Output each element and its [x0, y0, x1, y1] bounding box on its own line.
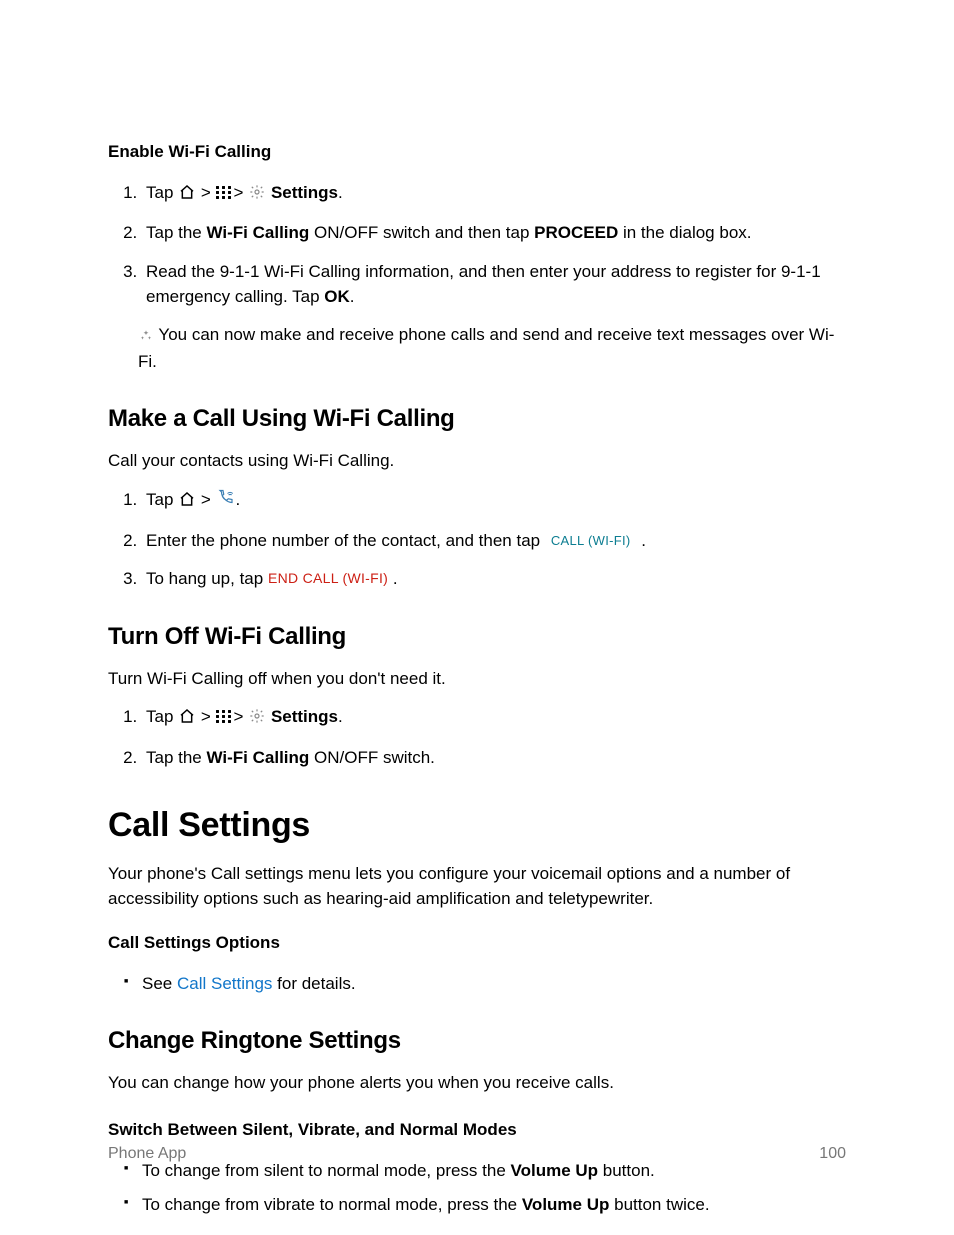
sep: > [196, 183, 211, 202]
heading-call-settings-options: Call Settings Options [108, 931, 846, 956]
list-item: See Call Settings for details. [142, 972, 846, 997]
page-number: 100 [819, 1142, 846, 1165]
t: Tap [146, 707, 173, 726]
home-icon [178, 490, 196, 515]
period: . [338, 183, 343, 202]
t: . [350, 287, 355, 306]
heading-turn-off: Turn Off Wi-Fi Calling [108, 620, 846, 655]
note: You can now make and receive phone calls… [108, 323, 846, 374]
step-1: Tap > > Settings. [142, 181, 846, 208]
enable-steps: Tap > > Settings. Tap the Wi-Fi Calling … [108, 181, 846, 310]
step-3: To hang up, tap END CALL (WI-FI) . [142, 567, 846, 592]
t: button twice. [609, 1195, 709, 1214]
sep: > [196, 490, 215, 509]
t: See [142, 974, 177, 993]
make-call-steps: Tap > . Enter the phone number of the co… [108, 488, 846, 592]
call-settings-link[interactable]: Call Settings [177, 974, 272, 993]
t: PROCEED [534, 223, 618, 242]
t: ON/OFF switch and then tap [309, 223, 534, 242]
heading-call-settings: Call Settings [108, 801, 846, 850]
settings-label: Settings [271, 707, 338, 726]
step-1: Tap > > Settings. [142, 705, 846, 732]
page-footer: Phone App 100 [108, 1142, 846, 1165]
gear-icon [248, 707, 266, 732]
period: . [641, 531, 646, 550]
t: Wi-Fi Calling [207, 223, 310, 242]
t: Tap the [146, 748, 207, 767]
heading-make-call: Make a Call Using Wi-Fi Calling [108, 402, 846, 437]
apps-grid-icon [216, 710, 234, 724]
step-2: Enter the phone number of the contact, a… [142, 529, 846, 554]
gear-icon [248, 183, 266, 208]
step-2: Tap the Wi-Fi Calling ON/OFF switch. [142, 746, 846, 771]
end-call-wifi-button: END CALL (WI-FI) [268, 570, 388, 586]
t: for details. [272, 974, 355, 993]
t: Enter the phone number of the contact, a… [146, 531, 545, 550]
intro: You can change how your phone alerts you… [108, 1071, 846, 1096]
note-text: You can now make and receive phone calls… [138, 325, 834, 371]
heading-enable-wifi: Enable Wi-Fi Calling [108, 140, 846, 165]
settings-label: Settings [271, 183, 338, 202]
t: To hang up, tap [146, 569, 268, 588]
sep2: > [234, 183, 249, 202]
step-3: Read the 9-1-1 Wi-Fi Calling information… [142, 260, 846, 309]
call-wifi-button: CALL (WI-FI) [545, 531, 637, 550]
t: Read the 9-1-1 Wi-Fi Calling information… [146, 262, 821, 306]
apps-grid-icon [216, 186, 234, 200]
heading-switch-modes: Switch Between Silent, Vibrate, and Norm… [108, 1118, 846, 1143]
modes-list: To change from silent to normal mode, pr… [108, 1159, 846, 1218]
step-1: Tap > . [142, 488, 846, 515]
period: . [236, 490, 241, 509]
note-icon [138, 325, 154, 350]
home-icon [178, 707, 196, 732]
sep: > [196, 707, 211, 726]
intro: Your phone's Call settings menu lets you… [108, 862, 846, 911]
t: ON/OFF switch. [309, 748, 435, 767]
t: OK [324, 287, 350, 306]
list-item: To change from vibrate to normal mode, p… [142, 1193, 846, 1218]
step-2: Tap the Wi-Fi Calling ON/OFF switch and … [142, 221, 846, 246]
phone-wifi-icon [216, 489, 236, 515]
sep2: > [234, 707, 249, 726]
t: in the dialog box. [618, 223, 751, 242]
footer-section: Phone App [108, 1142, 186, 1165]
intro: Call your contacts using Wi-Fi Calling. [108, 449, 846, 474]
call-settings-list: See Call Settings for details. [108, 972, 846, 997]
text: Tap [146, 183, 173, 202]
turn-off-steps: Tap > > Settings. Tap the Wi-Fi Calling … [108, 705, 846, 770]
t: To change from vibrate to normal mode, p… [142, 1195, 522, 1214]
home-icon [178, 183, 196, 208]
heading-change-ringtone: Change Ringtone Settings [108, 1024, 846, 1059]
intro: Turn Wi-Fi Calling off when you don't ne… [108, 667, 846, 692]
period: . [393, 569, 398, 588]
t: Tap the [146, 223, 207, 242]
period: . [338, 707, 343, 726]
t: Tap [146, 490, 173, 509]
t: Volume Up [522, 1195, 610, 1214]
t: Wi-Fi Calling [207, 748, 310, 767]
